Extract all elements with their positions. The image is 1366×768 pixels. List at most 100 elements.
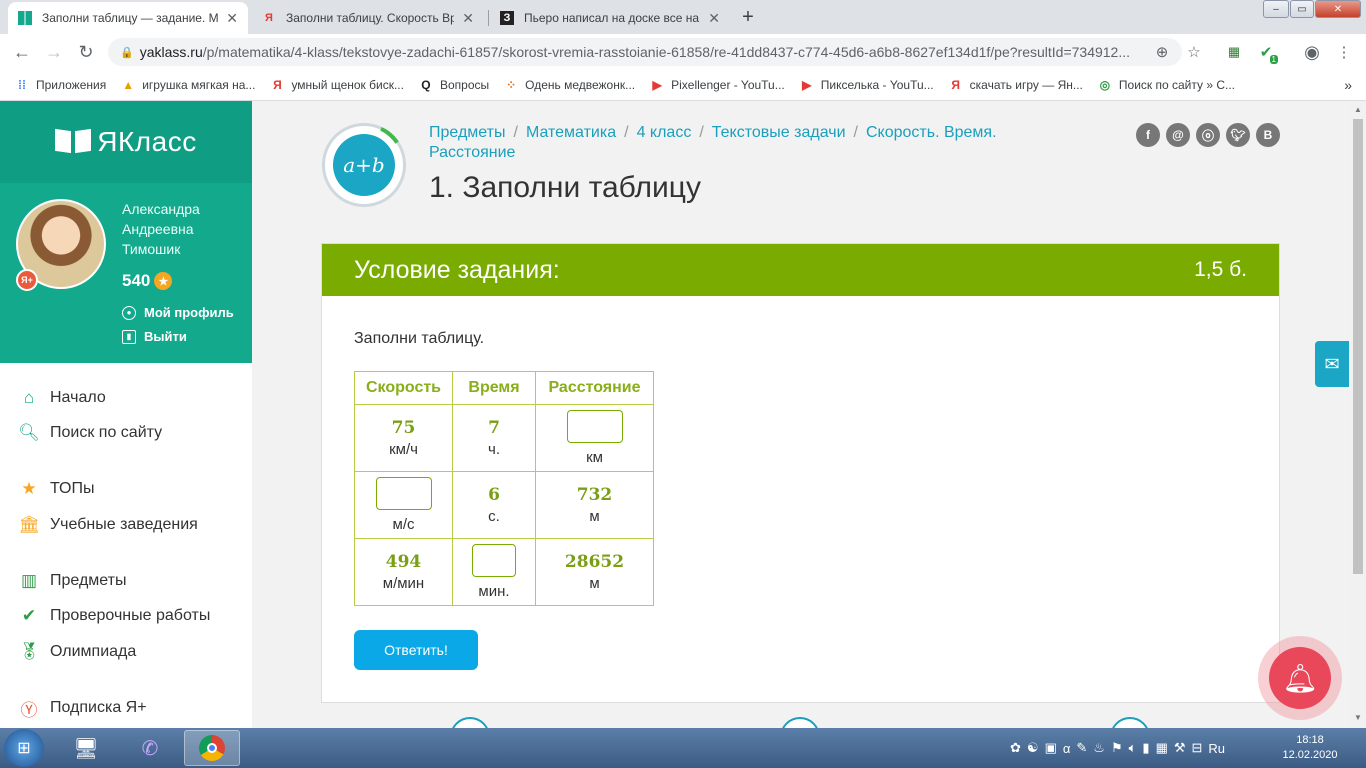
breadcrumb-link[interactable]: Предметы	[429, 124, 505, 141]
scrollbar-thumb[interactable]	[1353, 119, 1363, 574]
tray-app-icon[interactable]: ⊟	[1192, 740, 1203, 756]
social-share: f @ ⓞ 🐦︎ В	[1136, 123, 1286, 147]
bookmark-item[interactable]: ⁘ Одень медвежонк...	[503, 77, 635, 93]
page-scrollbar[interactable]: ▲ ▼	[1350, 101, 1366, 728]
tab-2[interactable]: Я Заполни таблицу. Скорость Вре ✕	[252, 2, 484, 34]
extension-badge: 1	[1269, 55, 1278, 64]
close-tab-icon[interactable]: ✕	[708, 10, 720, 27]
bookmark-item[interactable]: Яскачать игру — Ян...	[948, 77, 1083, 93]
mail-ru-icon[interactable]: @	[1166, 123, 1190, 147]
new-tab-button[interactable]: +	[736, 5, 760, 29]
language-indicator[interactable]: Ru	[1208, 741, 1225, 756]
taskbar-chrome[interactable]	[184, 730, 240, 766]
clock-time: 18:18	[1296, 734, 1324, 746]
points-value: 540	[122, 271, 151, 290]
nav-item-tops[interactable]: ★ ТОПы	[18, 478, 94, 500]
table-row: 494 м/мин мин. 28652 м	[354, 538, 654, 606]
subject-badge-label: a+b	[333, 134, 395, 196]
tray-app-icon[interactable]: ▦	[1156, 740, 1168, 756]
account-icon[interactable]: ◉	[1300, 40, 1324, 64]
windows-extension-icon[interactable]: ▦	[1222, 40, 1246, 64]
forward-arrow-icon[interactable]: →	[42, 40, 66, 64]
submit-answer-button[interactable]: Ответить!	[354, 630, 478, 670]
feedback-mail-icon[interactable]: ✉	[1315, 341, 1349, 387]
start-button[interactable]: ⊞	[4, 729, 44, 767]
step-indicator	[450, 717, 490, 728]
bookmark-item[interactable]: Яумный щенок биск...	[269, 77, 404, 93]
time-min-input[interactable]	[472, 544, 516, 577]
bookmark-item[interactable]: ▶ Pixellenger - YouTu...	[649, 77, 784, 93]
column-header: Расстояние	[535, 371, 654, 405]
breadcrumb-link[interactable]: Текстовые задачи	[712, 124, 846, 141]
vk-icon[interactable]: В	[1256, 123, 1280, 147]
flag-icon[interactable]: ⚑	[1111, 740, 1123, 756]
table-row: м/с 6 с. 732 м	[354, 471, 654, 539]
minimize-button[interactable]: –	[1263, 0, 1289, 18]
bookmark-star-icon[interactable]: ☆	[1182, 40, 1206, 64]
bookmark-item[interactable]: Q Вопросы	[418, 77, 489, 93]
taskbar-explorer[interactable]: 🖥︎	[58, 730, 114, 766]
bookmark-item[interactable]: ◎ Поиск по сайту » С...	[1097, 77, 1235, 93]
cell-value: 75	[391, 418, 416, 438]
medal-icon: 🏅︎	[18, 642, 40, 661]
nav-item-subjects[interactable]: ▥ Предметы	[18, 570, 127, 592]
bookmark-item[interactable]: ▶ Пикселька - YouTu...	[799, 77, 934, 93]
task-condition-heading: Условие задания:	[354, 255, 560, 284]
clock[interactable]: 18:18 12.02.2020	[1280, 733, 1340, 763]
tray-app-icon[interactable]: ▣	[1045, 740, 1057, 756]
add-page-icon[interactable]: ⊕	[1150, 40, 1174, 64]
computer-icon: 🖥︎	[73, 737, 99, 760]
nav-item-subscription[interactable]: Ⓨ Подписка Я+	[18, 697, 147, 720]
user-name[interactable]: Александра Андреевна Тимошик	[122, 199, 242, 259]
scroll-down-icon[interactable]: ▼	[1354, 713, 1362, 722]
notification-bell-button[interactable]: 🔔︎	[1258, 636, 1342, 720]
nav-item-search[interactable]: 🔍︎ Поиск по сайту	[18, 422, 162, 444]
books-icon: ▥	[20, 571, 38, 590]
breadcrumb-separator: /	[624, 124, 629, 141]
profile-link[interactable]: ● Мой профиль	[122, 305, 234, 320]
close-tab-icon[interactable]: ✕	[462, 10, 474, 27]
tray-app-icon[interactable]: ⚒	[1174, 740, 1186, 756]
bell-icon: 🔔︎	[1269, 647, 1331, 709]
logo-text: ЯКласс	[97, 126, 197, 157]
tray-app-icon[interactable]: ☯	[1027, 740, 1039, 756]
nav-item-tests[interactable]: ✔ Проверочные работы	[18, 605, 210, 627]
tab-3[interactable]: З Пьеро написал на доске все на ✕	[490, 2, 730, 34]
table-cell: 28652 м	[535, 538, 654, 606]
cell-unit: ч.	[488, 441, 500, 458]
back-arrow-icon[interactable]: ←	[10, 40, 34, 64]
bookmark-apps[interactable]: ⁞⁞ Приложения	[14, 77, 106, 93]
speed-ms-input[interactable]	[375, 477, 432, 510]
taskbar-viber[interactable]: ✆	[122, 730, 178, 766]
tray-app-icon[interactable]: ✿	[1010, 740, 1021, 756]
maximize-button[interactable]: ▭	[1290, 0, 1314, 18]
nav-item-olympiad[interactable]: 🏅︎ Олимпиада	[18, 641, 136, 663]
odnoklassniki-icon[interactable]: ⓞ	[1196, 123, 1220, 147]
scroll-up-icon[interactable]: ▲	[1354, 105, 1362, 114]
volume-icon[interactable]: 🔈︎	[1129, 740, 1137, 756]
tab-active[interactable]: Заполни таблицу — задание. М ✕	[8, 2, 248, 34]
viber-icon: ✆	[141, 737, 159, 760]
tray-app-icon[interactable]: α	[1063, 741, 1071, 756]
tray-app-icon[interactable]: ♨	[1093, 740, 1105, 756]
facebook-icon[interactable]: f	[1136, 123, 1160, 147]
reload-icon[interactable]: ↻	[74, 40, 98, 64]
window-close-button[interactable]: ✕	[1315, 0, 1361, 18]
step-indicator	[780, 717, 820, 728]
distance-km-input[interactable]	[566, 410, 623, 443]
menu-kebab-icon[interactable]: ⋮	[1332, 40, 1356, 64]
bookmarks-overflow-icon[interactable]: »	[1344, 77, 1352, 93]
bookmark-item[interactable]: ▲ игрушка мягкая на...	[120, 77, 255, 93]
signal-icon[interactable]: ▮	[1142, 740, 1149, 756]
nav-item-home[interactable]: ⌂ Начало	[18, 387, 106, 409]
twitter-icon[interactable]: 🐦︎	[1226, 123, 1250, 147]
tray-app-icon[interactable]: ✎	[1076, 740, 1087, 756]
yaklass-logo[interactable]: ЯКласс	[55, 126, 196, 158]
breadcrumb-link[interactable]: Математика	[526, 124, 616, 141]
logout-link[interactable]: ▮ Выйти	[122, 329, 187, 344]
nav-item-schools[interactable]: 🏛︎ Учебные заведения	[18, 514, 198, 536]
address-bar[interactable]: 🔒 yaklass.ru /p/matematika/4-klass/tekst…	[108, 38, 1182, 66]
breadcrumb-link[interactable]: 4 класс	[637, 124, 692, 141]
close-tab-icon[interactable]: ✕	[226, 10, 238, 27]
shield-extension-icon[interactable]: ✔ 1	[1254, 40, 1278, 64]
